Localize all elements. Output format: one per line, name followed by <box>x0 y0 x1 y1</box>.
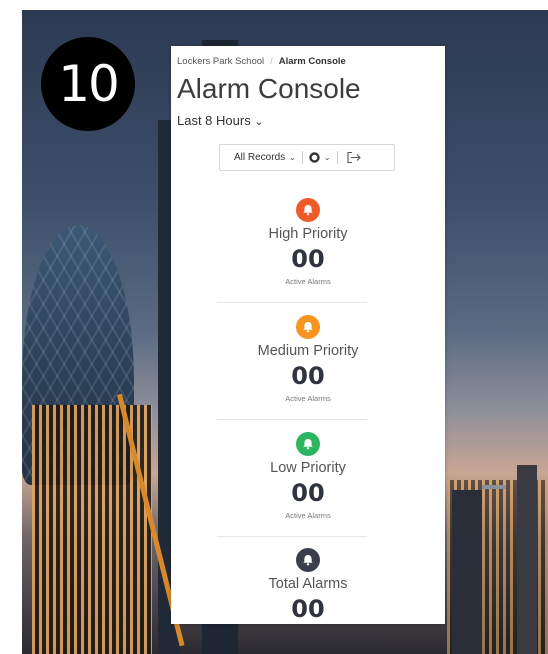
page-title: Alarm Console <box>177 73 361 104</box>
chevron-down-icon: ⌄ <box>323 153 331 162</box>
alarm-count: 00 <box>291 362 325 390</box>
section-sublabel: Active Alarms <box>285 277 331 286</box>
records-filter-label: All Records <box>234 152 286 163</box>
breadcrumb-current: Alarm Console <box>278 56 346 67</box>
alarm-count: 00 <box>291 245 325 273</box>
circle-status-icon <box>309 152 320 163</box>
breadcrumb: Lockers Park School / Alarm Console <box>177 56 346 67</box>
section-label: Medium Priority <box>257 343 359 359</box>
section-label: High Priority <box>268 226 348 242</box>
bell-icon <box>296 548 320 572</box>
alarm-count: 00 <box>291 479 325 507</box>
high-priority-card[interactable]: High Priority 00 Active Alarms <box>171 198 445 286</box>
export-button[interactable] <box>338 145 368 170</box>
section-divider <box>217 419 367 420</box>
section-label: Low Priority <box>270 460 346 476</box>
medium-priority-card[interactable]: Medium Priority 00 Active Alarms <box>171 315 445 403</box>
alarm-console-panel: Lockers Park School / Alarm Console Alarm … <box>171 46 445 624</box>
export-icon <box>346 151 361 164</box>
background-building <box>517 465 537 654</box>
chevron-down-icon: ⌄ <box>289 153 296 162</box>
time-range-dropdown[interactable]: Last 8 Hours ⌄ <box>177 113 264 128</box>
bell-icon <box>296 198 320 222</box>
chevron-down-icon: ⌄ <box>254 116 264 128</box>
section-divider <box>217 302 367 303</box>
section-sublabel: Active Alarms <box>285 511 331 520</box>
total-alarms-card[interactable]: Total Alarms 00 <box>171 548 445 623</box>
step-number-badge: 10 <box>41 37 135 131</box>
time-range-label: Last 8 Hours <box>177 113 251 128</box>
filter-toolbar: All Records ⌄ ⌄ <box>219 144 395 171</box>
breadcrumb-separator: / <box>270 56 273 67</box>
section-divider <box>217 536 367 537</box>
status-filter-dropdown[interactable]: ⌄ <box>303 145 337 170</box>
bell-icon <box>296 432 320 456</box>
records-filter-dropdown[interactable]: All Records ⌄ <box>220 145 302 170</box>
background-building <box>452 490 482 654</box>
bell-icon <box>296 315 320 339</box>
breadcrumb-parent-link[interactable]: Lockers Park School <box>177 56 264 67</box>
crane <box>482 485 506 489</box>
alarm-count: 00 <box>291 595 325 623</box>
section-label: Total Alarms <box>268 576 348 592</box>
section-sublabel: Active Alarms <box>285 394 331 403</box>
low-priority-card[interactable]: Low Priority 00 Active Alarms <box>171 432 445 520</box>
